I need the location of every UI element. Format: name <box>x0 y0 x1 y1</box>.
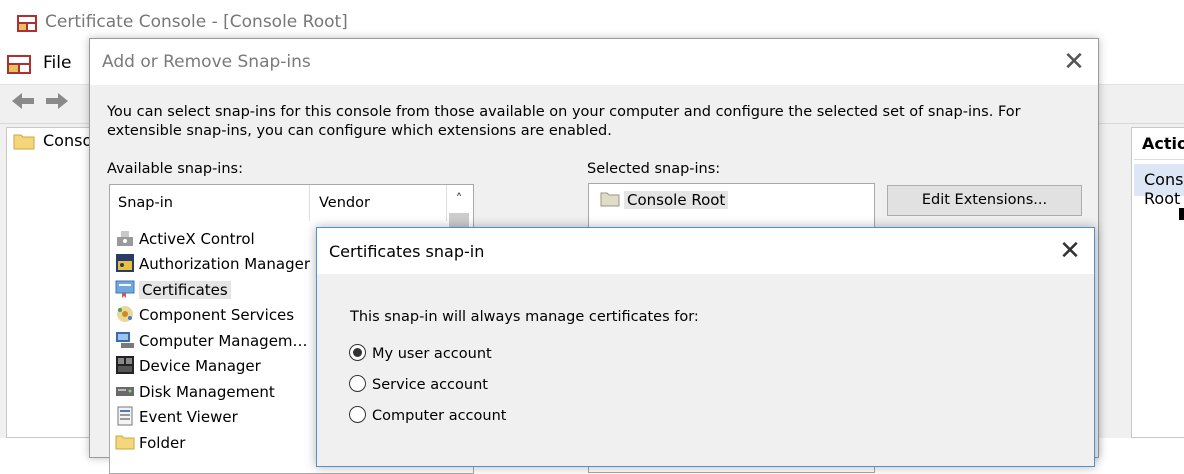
console-menu-icon[interactable] <box>6 52 32 76</box>
snapin-name: Console Root <box>624 191 729 209</box>
snapin-name: Folder <box>139 434 186 452</box>
forward-arrow-icon[interactable] <box>44 90 70 112</box>
available-snapins-label: Available snap-ins: <box>107 161 243 177</box>
certificates-snapin-dialog: Certificates snap-in ✕ This snap-in will… <box>316 227 1095 467</box>
folder-icon <box>13 134 35 150</box>
manage-certificates-prompt: This snap-in will always manage certific… <box>350 309 699 325</box>
snapin-name: Component Services <box>139 306 295 324</box>
mmc-window-title: Certificate Console - [Console Root] <box>45 12 348 32</box>
snapin-name: Authorization Manager <box>139 255 310 273</box>
computer-management-icon <box>116 332 134 348</box>
folder-icon <box>600 192 620 207</box>
list-item[interactable]: Authorization Manager <box>115 251 314 275</box>
column-header-vendor[interactable]: Vendor <box>311 185 447 221</box>
radio-service-account[interactable]: Service account <box>349 375 488 393</box>
radio-label: Computer account <box>372 408 507 424</box>
snapin-name: Computer Managem… <box>139 332 308 350</box>
scroll-up-icon[interactable]: ˄ <box>447 187 471 213</box>
column-header-snapin[interactable]: Snap-in <box>110 185 310 221</box>
list-item[interactable]: Console Root <box>600 189 729 209</box>
list-item[interactable]: Component Services <box>115 302 298 326</box>
disk-management-icon <box>116 387 134 396</box>
snapin-name: Event Viewer <box>139 408 238 426</box>
activex-icon <box>117 231 133 246</box>
dialog-title: Certificates snap-in <box>329 242 485 261</box>
close-icon[interactable]: ✕ <box>1052 236 1088 266</box>
dialog-title: Add or Remove Snap-ins <box>102 52 311 72</box>
radio-my-user-account[interactable]: My user account <box>349 344 492 362</box>
edit-extensions-button[interactable]: Edit Extensions... <box>887 185 1082 216</box>
authorization-manager-icon <box>116 254 134 272</box>
component-services-icon <box>117 306 133 322</box>
snapin-name: Certificates <box>139 281 231 299</box>
dialog-description: You can select snap-ins for this console… <box>107 104 1021 139</box>
list-item[interactable]: Event Viewer <box>115 404 242 428</box>
snapin-name: Device Manager <box>139 357 261 375</box>
certificate-console-icon <box>17 15 37 32</box>
radio-label: Service account <box>372 377 488 393</box>
list-item[interactable]: ActiveX Control <box>115 226 259 250</box>
close-icon[interactable]: ✕ <box>1056 47 1092 77</box>
list-item[interactable]: Computer Managem… <box>115 328 312 352</box>
menu-file[interactable]: File <box>43 53 71 73</box>
list-item[interactable]: Folder <box>115 430 189 454</box>
list-item[interactable]: Disk Management <box>115 379 279 403</box>
list-item[interactable]: Certificates <box>115 277 235 301</box>
radio-button-checked-icon[interactable] <box>349 344 366 361</box>
selected-snapins-label: Selected snap-ins: <box>587 161 721 177</box>
snapin-name: ActiveX Control <box>139 230 255 248</box>
snapin-name: Disk Management <box>139 383 275 401</box>
event-viewer-icon <box>117 406 133 426</box>
certificates-icon <box>115 280 135 298</box>
radio-computer-account[interactable]: Computer account <box>349 406 506 424</box>
more-actions-arrow-icon[interactable] <box>1179 208 1184 220</box>
list-item[interactable]: Device Manager <box>115 353 265 377</box>
actions-console-root[interactable]: Console Root <box>1134 164 1184 208</box>
back-arrow-icon[interactable] <box>10 90 36 112</box>
actions-header: Actions <box>1134 130 1184 160</box>
device-manager-icon <box>116 356 134 374</box>
radio-button-icon[interactable] <box>349 375 366 392</box>
folder-icon <box>115 435 135 450</box>
tree-item-console-root[interactable]: Console Root <box>43 131 93 150</box>
radio-label: My user account <box>372 346 492 362</box>
radio-button-icon[interactable] <box>349 406 366 423</box>
